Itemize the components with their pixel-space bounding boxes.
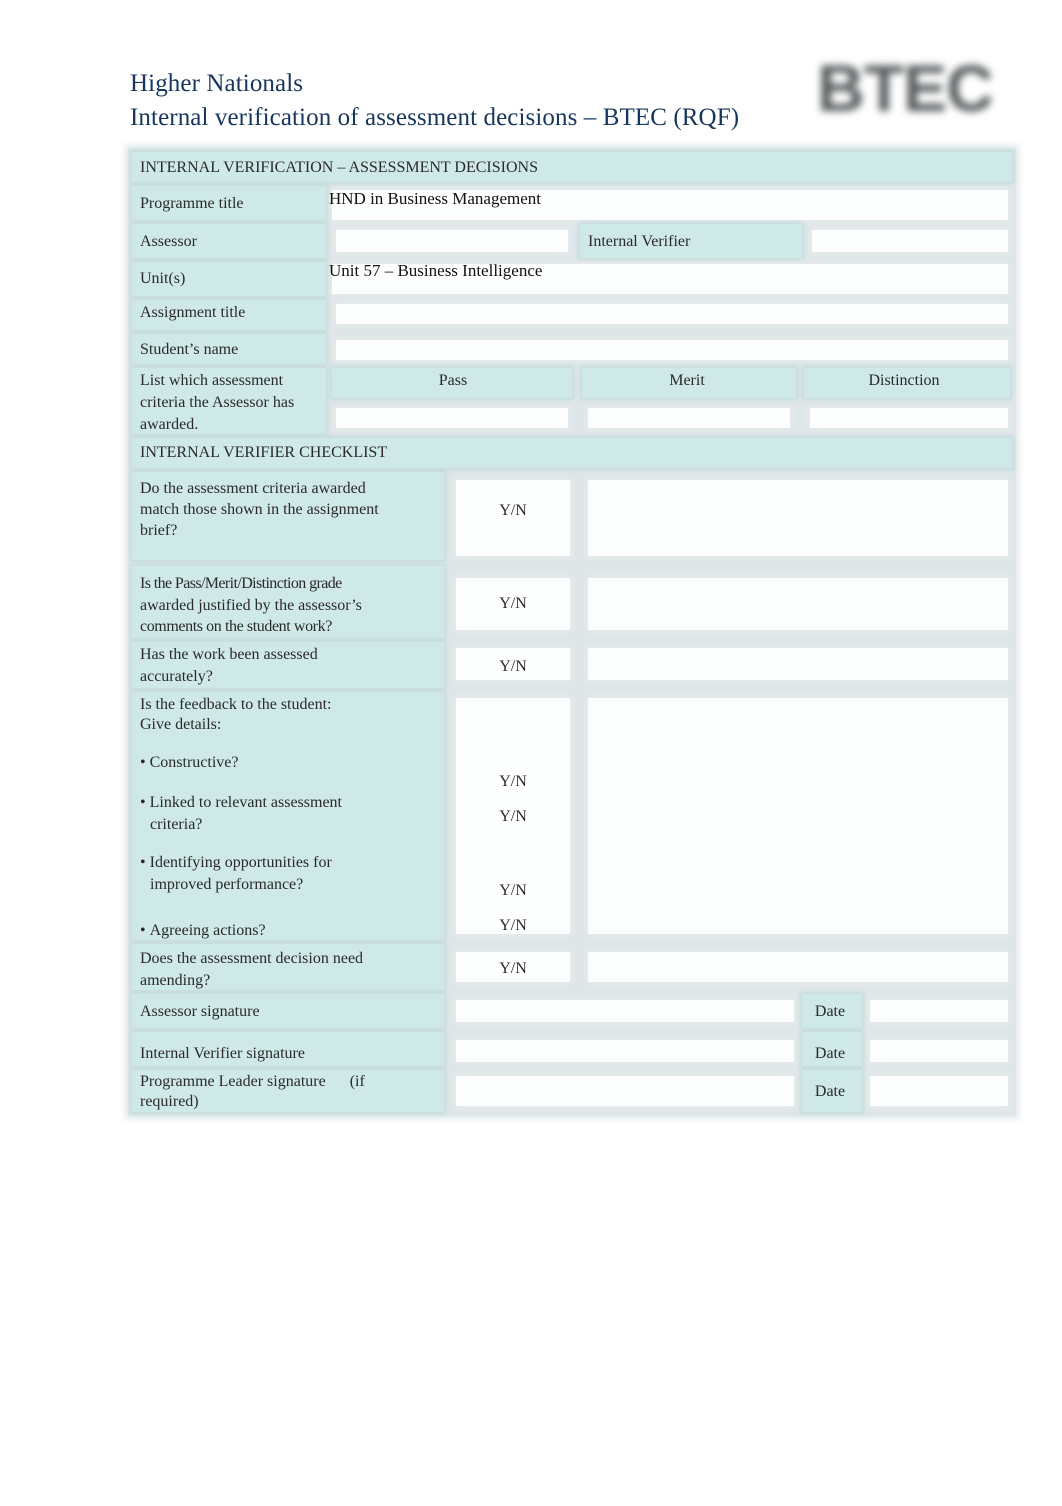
pl-date-field[interactable] xyxy=(870,1076,1008,1106)
units-value: Unit 57 – Business Intelligence xyxy=(329,261,543,280)
iv-date-field[interactable] xyxy=(870,1040,1008,1062)
question-4-comment-field[interactable] xyxy=(588,698,1008,934)
question-5-yn: Y/N xyxy=(499,960,527,977)
bullet-linked-text: Linked to relevant assessment xyxy=(149,794,342,811)
question-2-line1: Is the Pass/Merit/Distinction grade xyxy=(140,575,342,592)
distinction-header: Distinction xyxy=(868,372,940,389)
assessor-date-field[interactable] xyxy=(870,1000,1008,1022)
student-name-field[interactable] xyxy=(336,340,1008,360)
assessor-label: Assessor xyxy=(140,233,197,250)
bullet-agreeing-yn: Y/N xyxy=(499,917,527,934)
bullet-constructive-yn: Y/N xyxy=(499,773,527,790)
merit-criteria-field[interactable] xyxy=(588,408,790,428)
programme-title-label: Programme title xyxy=(140,195,244,212)
criteria-label-line3: awarded. xyxy=(140,416,199,433)
iv-signature-label: Internal Verifier signature xyxy=(140,1045,305,1062)
question-1-line2: match those shown in the assignment xyxy=(140,501,379,518)
merit-header: Merit xyxy=(669,372,705,389)
question-1-line3: brief? xyxy=(140,522,178,539)
question-5-line2: amending? xyxy=(140,972,211,989)
bullet-linked-yn: Y/N xyxy=(499,808,527,825)
assessor-field[interactable] xyxy=(336,230,568,252)
pl-date-label: Date xyxy=(814,1083,846,1100)
pass-criteria-field[interactable] xyxy=(336,408,568,428)
btec-logo: BTEC xyxy=(817,51,994,125)
pass-header: Pass xyxy=(438,372,468,389)
assessor-signature-field[interactable] xyxy=(456,1000,794,1022)
question-1-yn: Y/N xyxy=(499,502,527,519)
question-3-line2: accurately? xyxy=(140,668,213,685)
student-name-label: Student’s name xyxy=(140,341,239,358)
question-2-yn: Y/N xyxy=(499,595,527,612)
question-2-comment-field[interactable] xyxy=(588,578,1008,630)
assessor-date-label: Date xyxy=(814,1003,846,1020)
checklist-title: INTERNAL VERIFIER CHECKLIST xyxy=(140,444,388,461)
iv-signature-field[interactable] xyxy=(456,1040,794,1062)
assessor-signature-label: Assessor signature xyxy=(140,1003,260,1020)
distinction-criteria-field[interactable] xyxy=(810,408,1008,428)
assignment-title-field[interactable] xyxy=(336,304,1008,324)
bullet-agreeing-text: Agreeing actions? xyxy=(149,922,266,939)
question-3-comment-field[interactable] xyxy=(588,648,1008,680)
units-label: Unit(s) xyxy=(140,270,186,287)
programme-title-value: HND in Business Management xyxy=(329,189,542,208)
pl-signature-label-line2: required) xyxy=(140,1093,199,1110)
criteria-label-line1: List which assessment xyxy=(140,372,284,389)
header-title-line1: Higher Nationals xyxy=(130,70,304,97)
bullet-identifying-yn: Y/N xyxy=(499,882,527,899)
assignment-title-label: Assignment title xyxy=(140,304,246,321)
bullet-agreeing: • Agreeing actions? xyxy=(140,922,266,939)
internal-verifier-label: Internal Verifier xyxy=(588,233,691,250)
bullet-identifying-text-2: improved performance? xyxy=(150,876,304,893)
pl-signature-label-line1: Programme Leader signature (if xyxy=(140,1073,365,1090)
bullet-linked: • Linked to relevant assessment xyxy=(140,794,342,811)
question-2-line3: comments on the student work? xyxy=(140,618,332,635)
question-4-line2: Give details: xyxy=(140,716,222,733)
question-3-yn: Y/N xyxy=(499,658,527,675)
question-4-line1: Is the feedback to the student: xyxy=(140,696,332,713)
criteria-label-line2: criteria the Assessor has xyxy=(140,394,295,411)
iv-date-label: Date xyxy=(814,1045,846,1062)
bullet-constructive: • Constructive? xyxy=(140,754,239,771)
question-1-comment-field[interactable] xyxy=(588,480,1008,556)
header-title-line2: Internal verification of assessment deci… xyxy=(130,104,740,131)
question-5-line1: Does the assessment decision need xyxy=(140,950,364,967)
bullet-identifying: • Identifying opportunities for xyxy=(140,854,332,871)
bullet-identifying-text: Identifying opportunities for xyxy=(149,854,332,871)
question-5-comment-field[interactable] xyxy=(588,952,1008,982)
bullet-constructive-text: Constructive? xyxy=(149,754,239,771)
question-2-line2: awarded justified by the assessor’s xyxy=(140,597,362,614)
question-3-line1: Has the work been assessed xyxy=(140,646,318,663)
bullet-linked-text-2: criteria? xyxy=(150,816,203,833)
question-1-line1: Do the assessment criteria awarded xyxy=(140,480,366,497)
section-title: INTERNAL VERIFICATION – ASSESSMENT DECIS… xyxy=(140,159,538,176)
internal-verifier-field[interactable] xyxy=(812,230,1008,252)
pl-signature-field[interactable] xyxy=(456,1076,794,1106)
